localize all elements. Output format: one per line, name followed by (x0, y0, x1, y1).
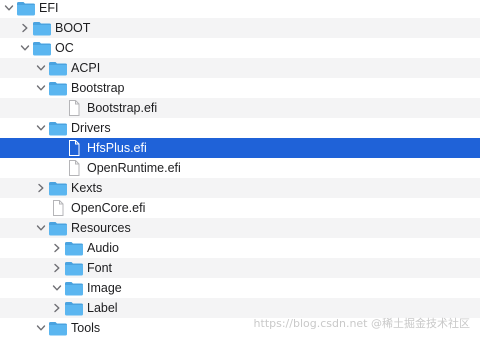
file-icon (64, 159, 84, 177)
tree-row-drivers[interactable]: Drivers (0, 118, 480, 138)
tree-row-openruntime-efi[interactable]: OpenRuntime.efi (0, 158, 480, 178)
tree-row-label: OC (55, 41, 74, 55)
folder-icon (32, 39, 52, 57)
chevron-down-icon[interactable] (36, 83, 46, 93)
chevron-right-icon[interactable] (52, 243, 62, 253)
tree-row-label: BOOT (55, 21, 91, 35)
tree-row-image[interactable]: Image (0, 278, 480, 298)
tree-row-font[interactable]: Font (0, 258, 480, 278)
tree-row-oc[interactable]: OC (0, 38, 480, 58)
folder-icon (48, 319, 68, 337)
folder-icon (64, 279, 84, 297)
chevron-down-icon[interactable] (4, 3, 14, 13)
folder-icon (64, 259, 84, 277)
chevron-down-icon[interactable] (52, 283, 62, 293)
chevron-down-icon[interactable] (36, 223, 46, 233)
chevron-right-icon[interactable] (52, 263, 62, 273)
folder-icon (48, 119, 68, 137)
chevron-right-icon[interactable] (52, 303, 62, 313)
tree-row-label: ACPI (71, 61, 101, 75)
tree-row-label: Bootstrap (71, 81, 125, 95)
file-icon (64, 99, 84, 117)
chevron-down-icon[interactable] (36, 123, 46, 133)
chevron-right-icon[interactable] (20, 23, 30, 33)
tree-row-label: Image (87, 281, 122, 295)
tree-row-label: Audio (87, 241, 119, 255)
tree-row-acpi[interactable]: ACPI (0, 58, 480, 78)
folder-icon (48, 219, 68, 237)
folder-icon (64, 239, 84, 257)
tree-row-label: Kexts (71, 181, 103, 195)
folder-icon (48, 59, 68, 77)
folder-icon (32, 19, 52, 37)
tree-row-resources[interactable]: Resources (0, 218, 480, 238)
chevron-down-icon[interactable] (36, 323, 46, 333)
tree-row-boot[interactable]: BOOT (0, 18, 480, 38)
chevron-down-icon[interactable] (20, 43, 30, 53)
file-icon (48, 199, 68, 217)
folder-icon (48, 179, 68, 197)
file-tree: EFI BOOT OC ACPI Bootstrap Bootstrap.efi Drive… (0, 0, 480, 339)
file-icon (64, 139, 84, 157)
tree-row-hfsplus-efi[interactable]: HfsPlus.efi (0, 138, 480, 158)
tree-row-label: Tools (71, 321, 101, 335)
folder-icon (48, 79, 68, 97)
tree-row-label: Resources (71, 221, 131, 235)
watermark-text: https://blog.csdn.net @稀土掘金技术社区 (253, 317, 470, 330)
tree-row-audio[interactable]: Audio (0, 238, 480, 258)
tree-row-label: Font (87, 261, 113, 275)
tree-row-bootstrap[interactable]: Bootstrap (0, 78, 480, 98)
tree-row-bootstrap-efi[interactable]: Bootstrap.efi (0, 98, 480, 118)
chevron-right-icon[interactable] (36, 183, 46, 193)
tree-row-label: OpenCore.efi (71, 201, 146, 215)
tree-row-label: Bootstrap.efi (87, 101, 158, 115)
tree-row-label: Label (87, 301, 118, 315)
tree-row-opencore-efi[interactable]: OpenCore.efi (0, 198, 480, 218)
chevron-down-icon[interactable] (36, 63, 46, 73)
tree-row-label: OpenRuntime.efi (87, 161, 181, 175)
folder-icon (16, 0, 36, 17)
tree-row-label: HfsPlus.efi (87, 141, 147, 155)
tree-row-label: EFI (39, 1, 59, 15)
tree-row-efi[interactable]: EFI (0, 0, 480, 18)
tree-row-label: Drivers (71, 121, 111, 135)
tree-row-kexts[interactable]: Kexts (0, 178, 480, 198)
folder-icon (64, 299, 84, 317)
